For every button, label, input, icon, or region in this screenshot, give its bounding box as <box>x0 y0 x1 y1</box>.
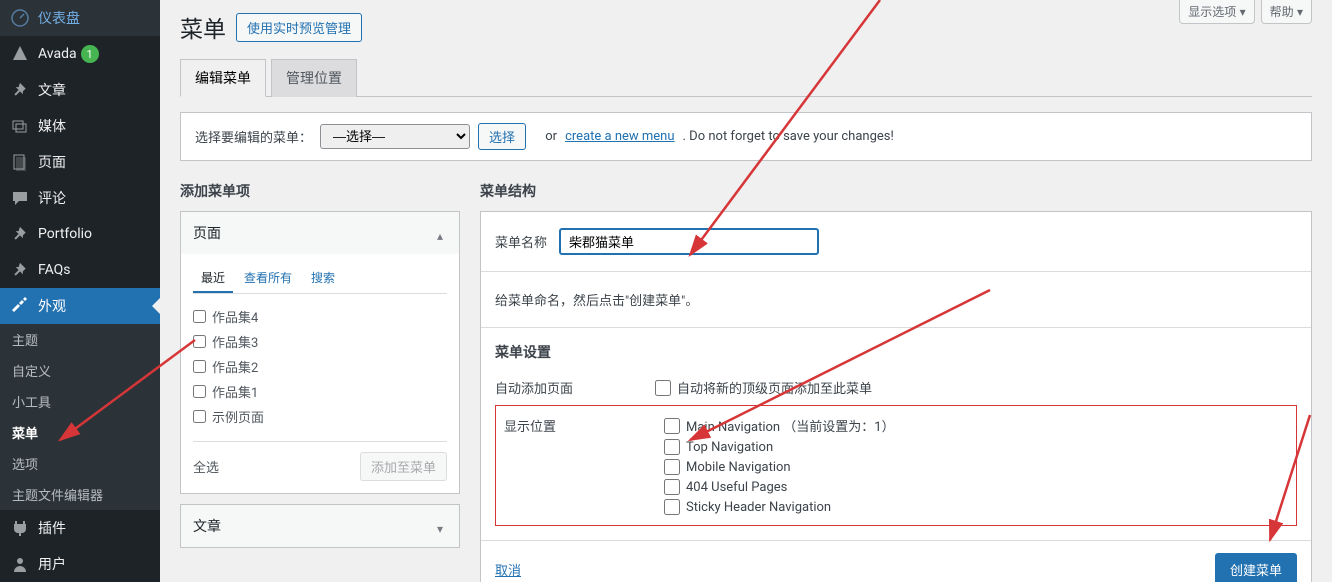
page-icon <box>10 152 30 172</box>
admin-sidebar: 仪表盘 Avada 1 文章 媒体 页面 评论 Portfolio <box>0 0 160 582</box>
display-options-button[interactable]: 显示选项 ▾ <box>1179 0 1254 24</box>
page-title: 菜单 <box>180 10 226 44</box>
list-item[interactable]: 示例页面 <box>193 404 447 429</box>
sidebar-item-dashboard[interactable]: 仪表盘 <box>0 0 160 36</box>
avada-icon <box>10 44 30 64</box>
user-icon <box>10 554 30 574</box>
menu-label: Avada <box>38 46 77 62</box>
list-item[interactable]: 作品集1 <box>193 379 447 404</box>
create-menu-link[interactable]: create a new menu <box>565 129 674 144</box>
chevron-up-icon <box>437 228 447 238</box>
tab-recent[interactable]: 最近 <box>193 264 233 293</box>
menu-label: 文章 <box>38 80 66 100</box>
auto-add-option[interactable]: 自动将新的顶级页面添加至此菜单 <box>655 378 1297 397</box>
display-location-label: 显示位置 <box>504 416 664 515</box>
appearance-icon <box>10 296 30 316</box>
location-option[interactable]: 404 Useful Pages <box>664 479 1288 495</box>
auto-add-label: 自动添加页面 <box>495 378 655 397</box>
select-button[interactable]: 选择 <box>478 123 526 150</box>
list-item[interactable]: 作品集2 <box>193 354 447 379</box>
page-accordion: 页面 最近 查看所有 搜索 作品集4 作品集3 作品集2 <box>180 211 460 494</box>
appearance-submenu: 主题 自定义 小工具 菜单 选项 主题文件编辑器 <box>0 324 160 510</box>
media-icon <box>10 116 30 136</box>
sidebar-item-portfolio[interactable]: Portfolio <box>0 216 160 252</box>
location-option[interactable]: Main Navigation （当前设置为：1） <box>664 416 1288 435</box>
pin-icon <box>10 224 30 244</box>
menu-name-input[interactable] <box>559 228 819 255</box>
settings-title: 菜单设置 <box>495 342 1297 362</box>
suffix-text: . Do not forget to save your changes! <box>683 129 894 144</box>
location-highlight-box: 显示位置 Main Navigation （当前设置为：1） Top Navig… <box>495 405 1297 526</box>
sidebar-item-appearance[interactable]: 外观 <box>0 288 160 324</box>
sidebar-item-comments[interactable]: 评论 <box>0 180 160 216</box>
dashboard-icon <box>10 8 30 28</box>
pin-icon <box>10 80 30 100</box>
location-option[interactable]: Top Navigation <box>664 439 1288 455</box>
menu-label: 评论 <box>38 188 66 208</box>
post-accordion-header[interactable]: 文章 <box>181 505 459 547</box>
submenu-menus[interactable]: 菜单 <box>0 417 160 448</box>
sidebar-item-plugins[interactable]: 插件 <box>0 510 160 546</box>
structure-title: 菜单结构 <box>480 181 1312 201</box>
tab-edit-menu[interactable]: 编辑菜单 <box>180 59 266 97</box>
submenu-theme-editor[interactable]: 主题文件编辑器 <box>0 479 160 510</box>
instruction-text: 给菜单命名，然后点击"创建菜单"。 <box>481 272 1311 328</box>
menu-label: 仪表盘 <box>38 8 80 28</box>
menu-label: Portfolio <box>38 226 92 242</box>
menu-select[interactable]: —选择— <box>320 124 470 149</box>
pin-icon <box>10 260 30 280</box>
add-to-menu-button[interactable]: 添加至菜单 <box>360 452 447 481</box>
tab-manage-locations[interactable]: 管理位置 <box>271 59 357 97</box>
select-label: 选择要编辑的菜单： <box>195 127 312 146</box>
or-text: or <box>545 129 557 144</box>
submenu-options[interactable]: 选项 <box>0 448 160 479</box>
menu-label: FAQs <box>38 262 71 278</box>
sidebar-item-posts[interactable]: 文章 <box>0 72 160 108</box>
list-item[interactable]: 作品集4 <box>193 304 447 329</box>
location-option[interactable]: Sticky Header Navigation <box>664 499 1288 515</box>
submenu-customize[interactable]: 自定义 <box>0 355 160 386</box>
menu-select-row: 选择要编辑的菜单： —选择— 选择 or create a new menu . … <box>180 112 1312 161</box>
page-check-list: 作品集4 作品集3 作品集2 作品集1 示例页面 <box>193 304 447 429</box>
cancel-link[interactable]: 取消 <box>495 560 521 579</box>
help-button[interactable]: 帮助 ▾ <box>1261 0 1312 24</box>
menu-label: 插件 <box>38 518 66 538</box>
menu-label: 媒体 <box>38 116 66 136</box>
tab-search[interactable]: 搜索 <box>303 264 343 293</box>
menu-label: 外观 <box>38 296 66 316</box>
add-items-title: 添加菜单项 <box>180 181 460 201</box>
submenu-widgets[interactable]: 小工具 <box>0 386 160 417</box>
sidebar-item-pages[interactable]: 页面 <box>0 144 160 180</box>
list-item[interactable]: 作品集3 <box>193 329 447 354</box>
sidebar-item-faqs[interactable]: FAQs <box>0 252 160 288</box>
nav-tabs: 编辑菜单 管理位置 <box>180 59 1312 97</box>
sidebar-item-avada[interactable]: Avada 1 <box>0 36 160 72</box>
live-preview-button[interactable]: 使用实时预览管理 <box>236 13 362 42</box>
select-all-link[interactable]: 全选 <box>193 457 219 476</box>
tab-view-all[interactable]: 查看所有 <box>236 264 300 293</box>
page-accordion-header[interactable]: 页面 <box>181 212 459 254</box>
menu-name-label: 菜单名称 <box>495 232 547 251</box>
update-badge: 1 <box>81 45 99 63</box>
comment-icon <box>10 188 30 208</box>
location-option[interactable]: Mobile Navigation <box>664 459 1288 475</box>
sidebar-item-media[interactable]: 媒体 <box>0 108 160 144</box>
sidebar-item-users[interactable]: 用户 <box>0 546 160 582</box>
menu-structure-box: 菜单名称 给菜单命名，然后点击"创建菜单"。 菜单设置 自动添加页面 自动将新的… <box>480 211 1312 582</box>
post-accordion: 文章 <box>180 504 460 548</box>
menu-label: 用户 <box>38 554 66 574</box>
menu-label: 页面 <box>38 152 66 172</box>
create-menu-button[interactable]: 创建菜单 <box>1215 553 1297 582</box>
main-content: 显示选项 ▾ 帮助 ▾ 菜单 使用实时预览管理 编辑菜单 管理位置 选择要编辑的… <box>160 0 1332 582</box>
chevron-down-icon <box>437 521 447 531</box>
plugin-icon <box>10 518 30 538</box>
submenu-themes[interactable]: 主题 <box>0 324 160 355</box>
